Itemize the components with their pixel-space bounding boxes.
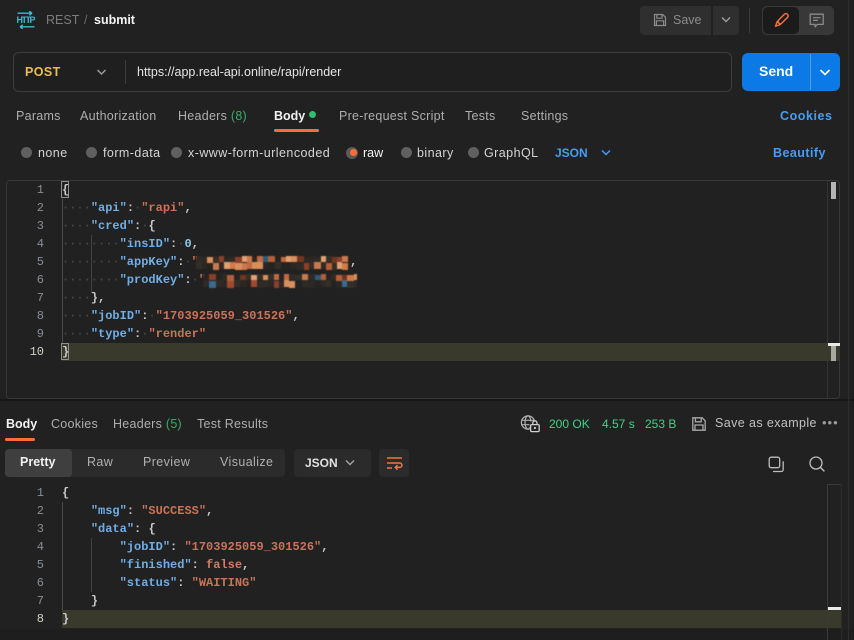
svg-text:HTTP: HTTP	[17, 15, 36, 25]
